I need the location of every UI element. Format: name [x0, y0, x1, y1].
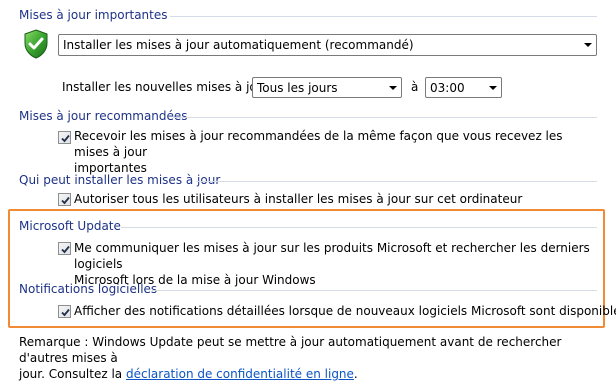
- footer-note-prefix: jour. Consultez la: [19, 367, 123, 381]
- update-mode-select[interactable]: Installer les mises à jour automatiqueme…: [58, 34, 597, 56]
- software-notifications-divider: [152, 290, 597, 291]
- microsoft-update-label: Me communiquer les mises à jour sur les …: [74, 240, 594, 288]
- recommended-updates-title: Mises à jour recommandées: [19, 109, 188, 123]
- chevron-down-icon: [385, 78, 401, 97]
- microsoft-update-divider: [121, 227, 597, 228]
- important-updates-divider: [170, 16, 597, 17]
- footer-note-line1: Remarque : Windows Update peut se mettre…: [19, 335, 562, 365]
- footer-note-line2: jour. Consultez la déclaration de confid…: [19, 366, 609, 382]
- schedule-label: Installer les nouvelles mises à jour :: [62, 80, 278, 94]
- who-can-install-divider: [196, 181, 597, 182]
- privacy-statement-link[interactable]: déclaration de confidentialité en ligne: [126, 367, 354, 381]
- footer-note: Remarque : Windows Update peut se mettre…: [19, 334, 609, 382]
- allow-all-users-checkbox[interactable]: [58, 193, 71, 206]
- schedule-day-value: Tous les jours: [257, 80, 338, 95]
- who-can-install-title: Qui peut installer les mises à jour: [19, 173, 221, 187]
- recommended-updates-label-line1: Recevoir les mises à jour recommandées d…: [74, 129, 563, 159]
- update-mode-value: Installer les mises à jour automatiqueme…: [63, 38, 414, 52]
- microsoft-update-checkbox[interactable]: [58, 242, 71, 255]
- schedule-time-value: 03:00: [430, 80, 465, 95]
- allow-all-users-label: Autoriser tous les utilisateurs à instal…: [74, 192, 523, 206]
- schedule-time-select[interactable]: 03:00: [425, 77, 502, 98]
- schedule-day-select[interactable]: Tous les jours: [252, 77, 402, 98]
- microsoft-update-label-line1: Me communiquer les mises à jour sur les …: [74, 241, 590, 271]
- software-notifications-checkbox[interactable]: [58, 305, 71, 318]
- software-notifications-title: Notifications logicielles: [19, 282, 158, 296]
- recommended-updates-divider: [173, 117, 597, 118]
- microsoft-update-title: Microsoft Update: [19, 219, 121, 233]
- software-notifications-label: Afficher des notifications détaillées lo…: [74, 304, 616, 318]
- recommended-updates-label: Recevoir les mises à jour recommandées d…: [74, 128, 594, 176]
- footer-note-suffix: .: [353, 367, 358, 381]
- chevron-down-icon: [485, 78, 501, 97]
- chevron-down-icon: [580, 35, 596, 55]
- shield-check-icon: [23, 29, 49, 59]
- recommended-updates-checkbox[interactable]: [58, 131, 71, 144]
- schedule-at-label: à: [411, 80, 419, 94]
- important-updates-title: Mises à jour importantes: [19, 8, 168, 22]
